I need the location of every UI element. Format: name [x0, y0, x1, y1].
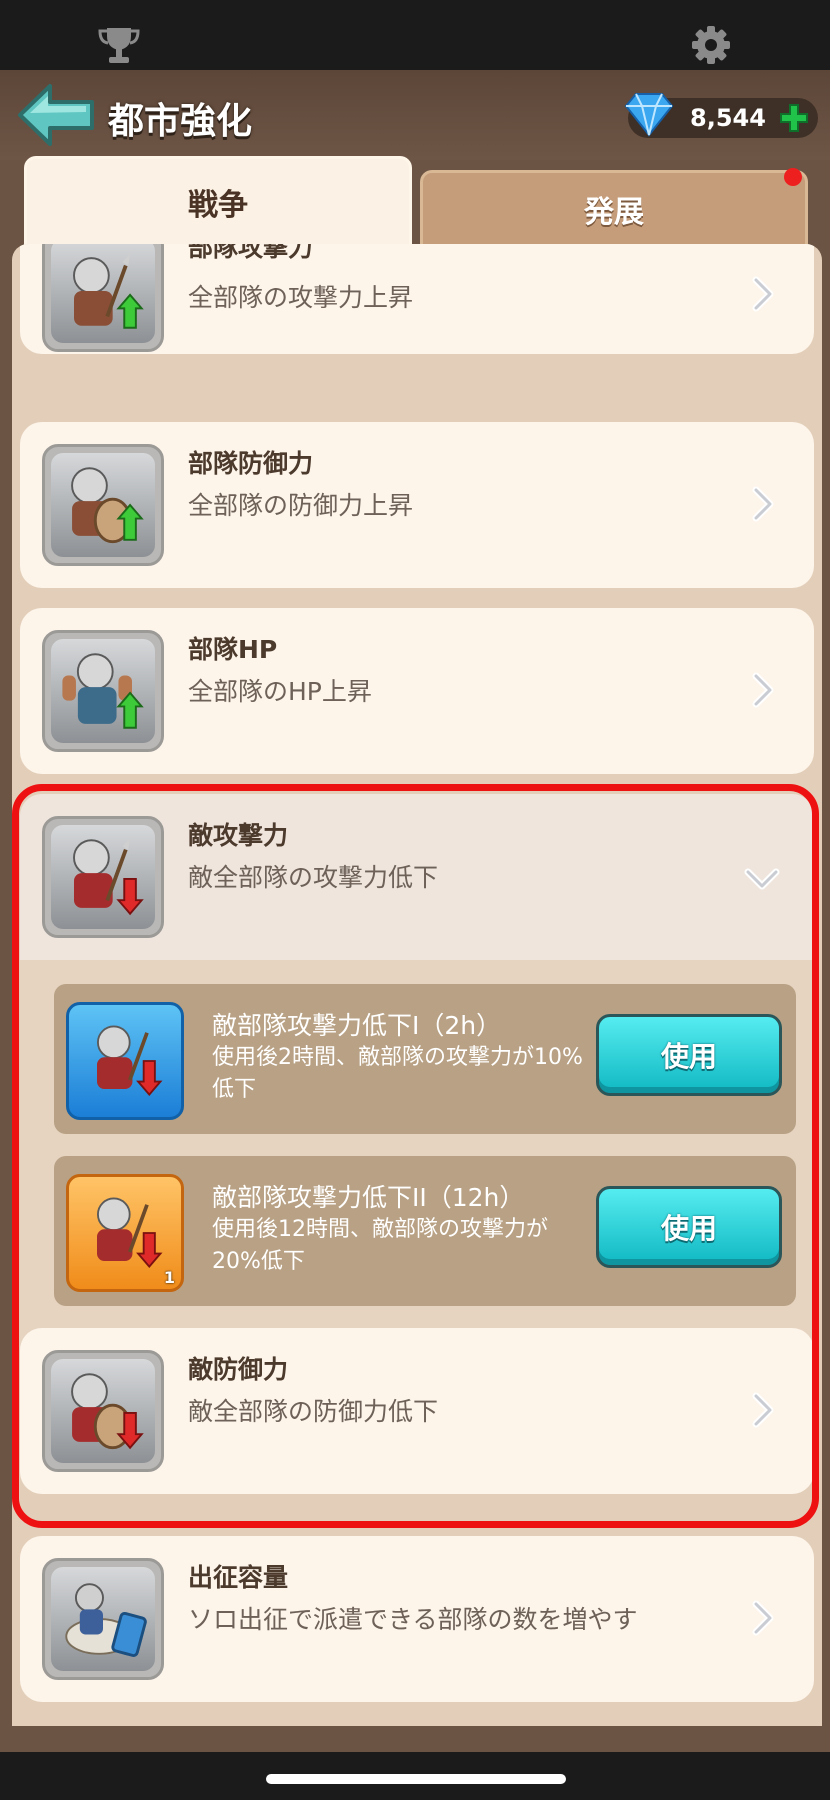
card-title: 出征容量	[188, 1563, 289, 1592]
card-title: 部隊防御力	[188, 449, 314, 478]
list-item-enemy-defense[interactable]: 敵防御力 敵全部隊の防御力低下	[20, 1328, 814, 1494]
settings-gear-icon[interactable]	[688, 22, 734, 68]
chevron-right-icon[interactable]	[748, 1598, 778, 1638]
list-item-march-capacity[interactable]: 出征容量 ソロ出征で派遣できる部隊の数を増やす	[20, 1536, 814, 1702]
gem-count: 8,544	[690, 104, 766, 132]
card-title: 敵攻撃力	[188, 821, 289, 850]
chevron-right-icon[interactable]	[748, 274, 778, 314]
march-capacity-icon	[42, 1558, 164, 1680]
trophy-icon[interactable]	[96, 22, 142, 68]
chevron-right-icon[interactable]	[748, 1390, 778, 1430]
item-count: 1	[163, 1268, 175, 1287]
item-title: 敵部隊攻撃力低下I（2h）	[212, 1011, 502, 1040]
chevron-down-icon[interactable]	[742, 864, 782, 894]
troop-attack-icon	[42, 244, 164, 352]
card-description: 敵全部隊の攻撃力低下	[188, 863, 439, 892]
troop-hp-icon	[42, 630, 164, 752]
card-description: 全部隊の攻撃力上昇	[188, 283, 414, 312]
card-title: 部隊HP	[188, 635, 278, 664]
enemy-attack-down-item-icon: 1	[66, 1174, 184, 1292]
enemy-attack-down-icon	[42, 816, 164, 938]
page-title: 都市強化	[108, 101, 253, 142]
card-title: 部隊攻撃力	[188, 244, 314, 262]
item-row: 1 敵部隊攻撃力低下II（12h） 使用後12時間、敵部隊の攻撃力が20%低下 …	[54, 1156, 796, 1306]
list-item-enemy-attack[interactable]: 敵攻撃力 敵全部隊の攻撃力低下 敵部隊攻撃力低下I（2h） 使用後2時間、敵部隊…	[20, 794, 814, 1494]
list-item-troop-attack[interactable]: 部隊攻撃力 全部隊の攻撃力上昇	[20, 244, 814, 354]
chevron-right-icon[interactable]	[748, 484, 778, 524]
notification-dot	[784, 168, 802, 186]
card-description: 敵全部隊の防御力低下	[188, 1397, 439, 1426]
use-button[interactable]: 使用	[596, 1014, 782, 1096]
tab-war[interactable]: 戦争	[24, 156, 412, 248]
list-item-troop-defense[interactable]: 部隊防御力 全部隊の防御力上昇	[20, 422, 814, 588]
back-arrow-icon[interactable]	[16, 82, 96, 148]
header: 都市強化 8,544	[0, 70, 830, 160]
tab-development[interactable]: 発展	[420, 170, 808, 248]
add-gems-plus-icon[interactable]	[778, 102, 810, 134]
enhancement-list[interactable]: 部隊攻撃力 全部隊の攻撃力上昇 部隊防御力 全部隊の防御力上昇 部隊HP 全部隊…	[12, 244, 822, 1726]
card-description: 全部隊の防御力上昇	[188, 491, 414, 520]
troop-defense-icon	[42, 444, 164, 566]
diamond-gem-icon	[624, 93, 674, 137]
use-button[interactable]: 使用	[596, 1186, 782, 1268]
card-title: 敵防御力	[188, 1355, 289, 1384]
item-title: 敵部隊攻撃力低下II（12h）	[212, 1183, 525, 1212]
chevron-right-icon[interactable]	[748, 670, 778, 710]
card-description: 全部隊のHP上昇	[188, 677, 372, 706]
list-item-troop-hp[interactable]: 部隊HP 全部隊のHP上昇	[20, 608, 814, 774]
enemy-attack-down-item-icon	[66, 1002, 184, 1120]
item-description: 使用後2時間、敵部隊の攻撃力が10%低下	[212, 1045, 583, 1102]
home-indicator[interactable]	[266, 1774, 566, 1784]
enemy-defense-down-icon	[42, 1350, 164, 1472]
card-description: ソロ出征で派遣できる部隊の数を増やす	[188, 1605, 638, 1634]
item-row: 敵部隊攻撃力低下I（2h） 使用後2時間、敵部隊の攻撃力が10%低下 使用	[54, 984, 796, 1134]
item-description: 使用後12時間、敵部隊の攻撃力が20%低下	[212, 1217, 548, 1274]
